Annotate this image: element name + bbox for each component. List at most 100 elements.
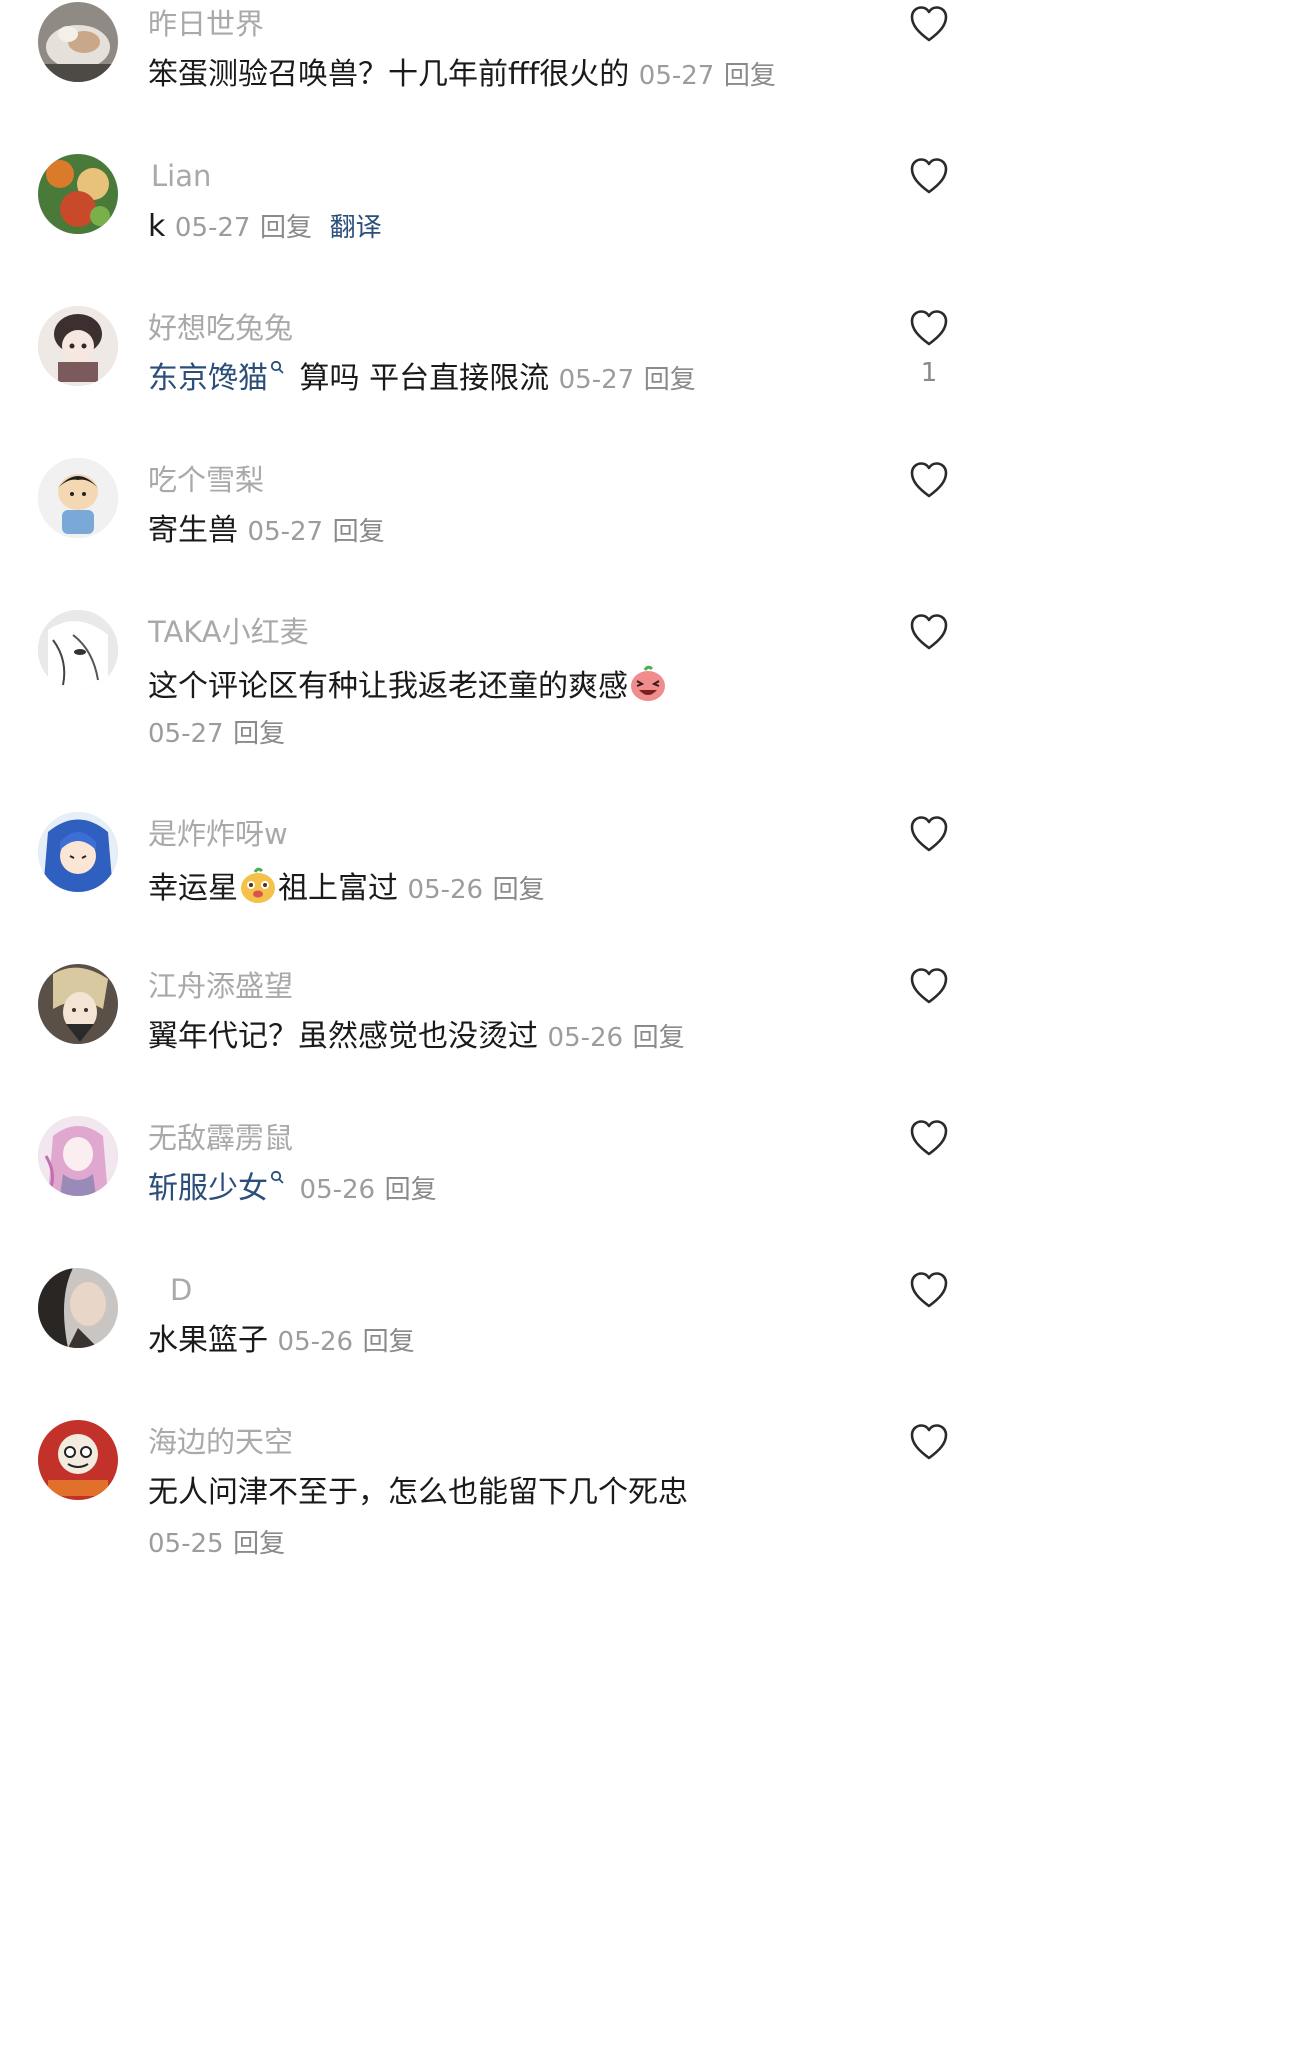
reply-button[interactable]: 回复 <box>633 1023 685 1053</box>
comment-item: 吃个雪梨 寄生兽 05-27 回复 <box>0 458 1000 610</box>
avatar[interactable] <box>38 1268 118 1348</box>
comment-content[interactable]: 无人问津不至于，怎么也能留下几个死忠 <box>148 1474 688 1512</box>
comment-item: Lian k 05-27 回复 翻译 <box>0 154 1000 306</box>
reply-button[interactable]: 回复 <box>260 213 312 243</box>
comment-text: 无人问津不至于，怎么也能留下几个死忠 <box>148 1475 688 1510</box>
like-area[interactable] <box>904 460 954 500</box>
comment-username[interactable]: 昨日世界 <box>148 6 264 42</box>
comment-text: 水果篮子 <box>148 1323 268 1358</box>
comment-content[interactable]: k 05-27 回复 翻译 <box>148 208 382 247</box>
comment-username[interactable]: 好想吃兔兔 <box>148 310 293 346</box>
comment-content[interactable]: 水果篮子 05-26 回复 <box>148 1322 415 1361</box>
avatar[interactable] <box>38 2 118 82</box>
avatar[interactable] <box>38 458 118 538</box>
comment-item: TAKA小红麦 这个评论区有种让我返老还童的爽感 05-27 回复 <box>0 610 1000 812</box>
comment-text: 这个评论区有种让我返老还童的爽感 <box>148 669 628 704</box>
like-area[interactable] <box>904 1118 954 1158</box>
comment-item: 海边的天空 无人问津不至于，怎么也能留下几个死忠 05-25 回复 <box>0 1420 1000 1567</box>
comment-list: 昨日世界 笨蛋测验召唤兽？十几年前fff很火的 05-27 回复 Lian k … <box>0 0 1000 1567</box>
comment-username[interactable]: D <box>170 1272 192 1308</box>
comment-username[interactable]: 海边的天空 <box>148 1424 293 1460</box>
comment-meta-row: 05-25 回复 <box>148 1524 285 1563</box>
heart-outline-icon[interactable] <box>908 1118 950 1158</box>
comment-username[interactable]: 江舟添盛望 <box>148 968 293 1004</box>
comment-text: k <box>148 209 166 244</box>
avatar[interactable] <box>38 812 118 892</box>
like-area[interactable] <box>904 156 954 196</box>
search-icon <box>270 360 284 374</box>
comment-date: 05-27 <box>247 517 324 547</box>
comment-content[interactable]: 寄生兽 05-27 回复 <box>148 512 385 551</box>
comment-date: 05-26 <box>547 1023 624 1053</box>
like-area[interactable]: 1 <box>904 308 954 388</box>
reply-button[interactable]: 回复 <box>493 875 545 905</box>
avatar[interactable] <box>38 610 118 690</box>
comment-content[interactable]: 翼年代记？虽然感觉也没烫过 05-26 回复 <box>148 1018 685 1057</box>
like-area[interactable] <box>904 1270 954 1310</box>
avatar[interactable] <box>38 1116 118 1196</box>
reply-button[interactable]: 回复 <box>363 1327 415 1357</box>
comment-item: D 水果篮子 05-26 回复 <box>0 1268 1000 1420</box>
heart-outline-icon[interactable] <box>908 1422 950 1462</box>
reply-button[interactable]: 回复 <box>724 61 776 91</box>
heart-outline-icon[interactable] <box>908 966 950 1006</box>
reply-button[interactable]: 回复 <box>233 1529 285 1559</box>
heart-outline-icon[interactable] <box>908 4 950 44</box>
avatar[interactable] <box>38 154 118 234</box>
comment-username[interactable]: 吃个雪梨 <box>148 462 264 498</box>
reply-button[interactable]: 回复 <box>644 365 696 395</box>
comment-text: 寄生兽 <box>148 513 238 548</box>
comment-meta-row: 05-27 回复 <box>148 714 285 753</box>
comment-date: 05-26 <box>299 1175 376 1205</box>
reply-button[interactable]: 回复 <box>333 517 385 547</box>
comment-content[interactable]: 幸运星 祖上富过 05-26 回复 <box>148 866 545 909</box>
like-count: 1 <box>920 358 938 388</box>
heart-outline-icon[interactable] <box>908 156 950 196</box>
comment-item: 是炸炸呀w 幸运星 祖上富过 05-26 回复 <box>0 812 1000 964</box>
comment-text: 算吗 平台直接限流 <box>299 361 550 396</box>
comment-date: 05-25 <box>148 1529 224 1559</box>
heart-outline-icon[interactable] <box>908 308 950 348</box>
search-icon <box>270 1170 284 1184</box>
avatar[interactable] <box>38 1420 118 1500</box>
comment-username[interactable]: 无敌霹雳鼠 <box>148 1120 293 1156</box>
comment-content[interactable]: 东京馋猫 算吗 平台直接限流 05-27 回复 <box>148 360 696 399</box>
like-area[interactable] <box>904 1422 954 1462</box>
heart-outline-icon[interactable] <box>908 460 950 500</box>
avatar[interactable] <box>38 306 118 386</box>
mention-link[interactable]: 斩服少女 <box>148 1171 268 1206</box>
reply-button[interactable]: 回复 <box>385 1175 437 1205</box>
comment-date: 05-27 <box>174 213 251 243</box>
mention-link[interactable]: 东京馋猫 <box>148 361 268 396</box>
comment-text: 幸运星 <box>148 871 238 906</box>
comment-text: 翼年代记？虽然感觉也没烫过 <box>148 1019 538 1054</box>
like-area[interactable] <box>904 814 954 854</box>
comment-text: 笨蛋测验召唤兽？十几年前fff很火的 <box>148 57 630 92</box>
comment-date: 05-26 <box>277 1327 354 1357</box>
comment-content[interactable]: 笨蛋测验召唤兽？十几年前fff很火的 05-27 回复 <box>148 56 776 95</box>
dog-face-emoji <box>241 867 275 903</box>
comment-date: 05-27 <box>148 719 224 749</box>
comment-date: 05-27 <box>558 365 635 395</box>
heart-outline-icon[interactable] <box>908 612 950 652</box>
heart-outline-icon[interactable] <box>908 814 950 854</box>
comment-content[interactable]: 斩服少女 05-26 回复 <box>148 1170 437 1209</box>
avatar[interactable] <box>38 964 118 1044</box>
like-area[interactable] <box>904 966 954 1006</box>
comment-username[interactable]: Lian <box>151 158 211 194</box>
comment-item: 无敌霹雳鼠 斩服少女 05-26 回复 <box>0 1116 1000 1268</box>
comment-username[interactable]: TAKA小红麦 <box>148 614 309 650</box>
comment-content[interactable]: 这个评论区有种让我返老还童的爽感 <box>148 664 668 706</box>
comment-item: 江舟添盛望 翼年代记？虽然感觉也没烫过 05-26 回复 <box>0 964 1000 1116</box>
comment-text: 祖上富过 <box>278 871 398 906</box>
like-area[interactable] <box>904 4 954 44</box>
reply-button[interactable]: 回复 <box>233 719 285 749</box>
heart-outline-icon[interactable] <box>908 1270 950 1310</box>
laughing-face-emoji <box>631 665 665 701</box>
comment-username[interactable]: 是炸炸呀w <box>148 816 288 852</box>
comment-item: 好想吃兔兔 东京馋猫 算吗 平台直接限流 05-27 回复 1 <box>0 306 1000 458</box>
comment-date: 05-27 <box>638 61 715 91</box>
translate-button[interactable]: 翻译 <box>330 213 382 243</box>
like-area[interactable] <box>904 612 954 652</box>
comment-item: 昨日世界 笨蛋测验召唤兽？十几年前fff很火的 05-27 回复 <box>0 2 1000 154</box>
